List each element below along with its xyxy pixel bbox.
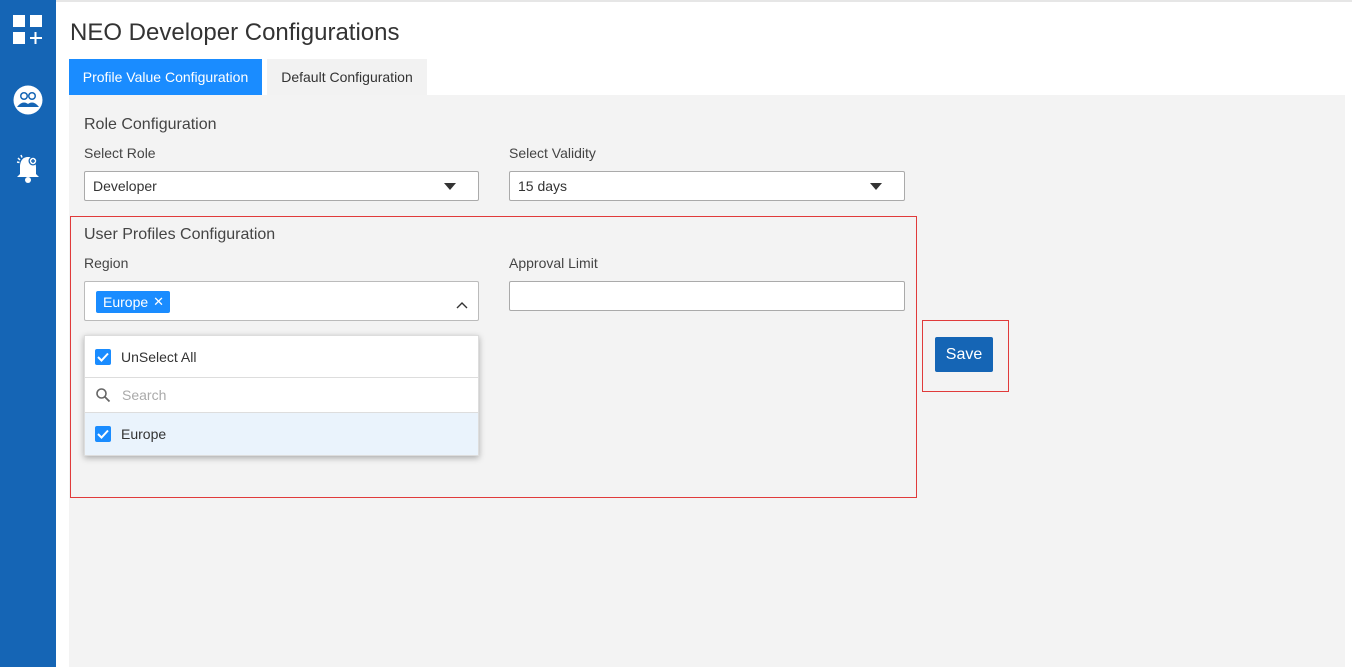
region-option-label: Europe [121,426,167,442]
approval-limit-label: Approval Limit [509,255,598,271]
chevron-up-icon[interactable] [456,296,468,314]
unselect-all-label: UnSelect All [121,348,197,365]
sidebar-item-users[interactable] [0,82,56,122]
region-label: Region [84,255,129,271]
region-chip-europe: Europe ✕ [96,291,171,313]
tab-profile-value-configuration[interactable]: Profile Value Configuration [69,59,262,95]
top-border [0,0,1352,2]
role-configuration-title: Role Configuration [84,116,217,133]
sidebar [0,0,56,667]
unselect-all-option[interactable]: UnSelect All [85,336,478,378]
dashboard-add-icon [13,14,43,50]
tab-default-configuration[interactable]: Default Configuration [267,59,427,95]
save-button[interactable]: Save [935,337,993,372]
select-role-value: Developer [93,178,157,194]
caret-down-icon [870,183,882,190]
close-icon[interactable]: ✕ [153,291,164,313]
dropdown-search-input[interactable] [120,386,454,404]
tab-bar: Profile Value Configuration Default Conf… [69,59,427,95]
approval-limit-input[interactable] [509,281,905,311]
user-profiles-configuration-title: User Profiles Configuration [84,226,276,243]
dropdown-search-row [85,378,478,413]
page-title: NEO Developer Configurations [70,19,400,46]
region-multiselect[interactable]: Europe ✕ [84,281,479,321]
region-option-europe[interactable]: Europe [85,413,478,455]
region-chip-label: Europe [103,294,149,310]
select-validity-label: Select Validity [509,145,596,161]
checkbox-checked-icon[interactable] [95,348,111,365]
search-icon [95,387,111,403]
select-validity-dropdown[interactable]: 15 days [509,171,905,201]
select-role-label: Select Role [84,145,156,161]
sidebar-item-notifications[interactable] [0,150,56,190]
checkbox-checked-icon[interactable] [95,426,111,442]
select-validity-value: 15 days [518,178,568,194]
region-dropdown-list: UnSelect All Europe [84,335,479,456]
users-group-icon [13,85,43,120]
sidebar-item-dashboard[interactable] [0,12,56,52]
notification-bell-icon [14,152,42,189]
caret-down-icon [444,183,456,190]
select-role-dropdown[interactable]: Developer [84,171,479,201]
